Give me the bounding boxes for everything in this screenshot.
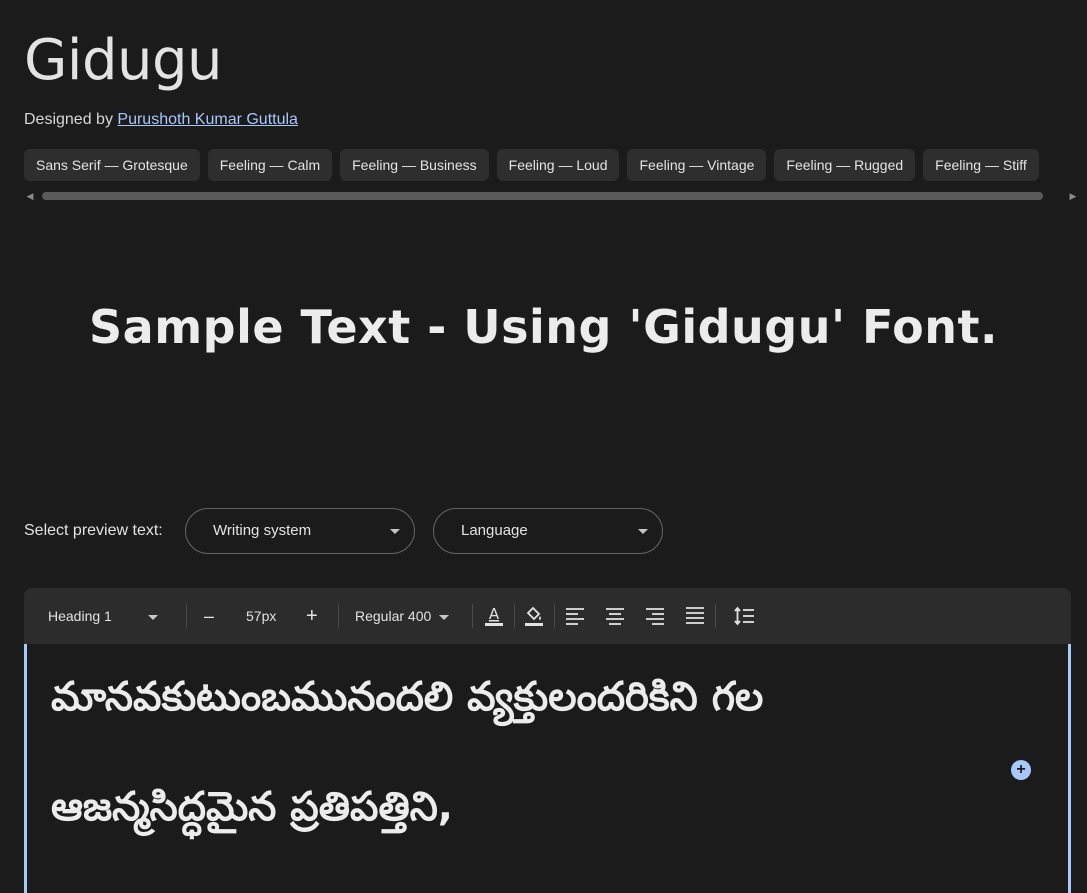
align-justify-icon[interactable] — [685, 606, 705, 626]
tag-chip[interactable]: Sans Serif — Grotesque — [24, 149, 200, 181]
designer-link[interactable]: Purushoth Kumar Guttula — [117, 111, 298, 128]
editor-line: ఆజన్మసిద్ధమైన ప్రతిపత్తిని, — [51, 784, 454, 830]
font-size-value[interactable]: 57px — [246, 588, 276, 644]
editor-toolbar: Heading 1 – 57px + Regular 400 A — [24, 588, 1071, 644]
tag-scrollbar[interactable]: ◀ ▶ — [24, 190, 1077, 202]
align-left-icon[interactable] — [565, 606, 585, 626]
toolbar-divider — [514, 604, 515, 628]
language-select[interactable]: Language — [433, 508, 663, 554]
svg-text:A: A — [489, 605, 500, 623]
toolbar-divider — [186, 604, 187, 628]
chevron-down-icon — [439, 614, 450, 620]
tag-chip[interactable]: Feeling — Business — [340, 149, 489, 181]
writing-system-label: Writing system — [213, 522, 312, 539]
style-select[interactable]: Heading 1 — [48, 588, 158, 644]
decrease-size-button[interactable]: – — [204, 588, 214, 644]
language-label: Language — [461, 522, 528, 539]
scroll-left-icon[interactable]: ◀ — [24, 190, 36, 202]
tag-list-fade — [1037, 149, 1087, 182]
highlight-color-icon[interactable] — [523, 604, 545, 628]
chevron-down-icon — [390, 529, 400, 534]
scroll-right-icon[interactable]: ▶ — [1067, 190, 1079, 202]
writing-system-select[interactable]: Writing system — [185, 508, 415, 554]
preview-label: Select preview text: — [24, 522, 163, 539]
tag-chip[interactable]: Feeling — Rugged — [774, 149, 916, 181]
chevron-down-icon — [638, 529, 648, 534]
line-height-icon[interactable] — [733, 606, 755, 626]
designer-line: Designed by Purushoth Kumar Guttula — [24, 111, 298, 129]
weight-select[interactable]: Regular 400 — [355, 588, 450, 644]
tag-list: Sans Serif — Grotesque Feeling — Calm Feel… — [24, 149, 1087, 182]
sample-text: Sample Text - Using 'Gidugu' Font. — [89, 300, 998, 354]
preview-editor[interactable]: మానవకుటుంబమునందలి వ్యక్తులందరికిని గల ఆజ… — [24, 644, 1071, 893]
toolbar-divider — [715, 604, 716, 628]
style-select-label: Heading 1 — [48, 608, 112, 624]
chevron-down-icon — [147, 614, 158, 620]
editor-text[interactable]: మానవకుటుంబమునందలి వ్యక్తులందరికిని గల ఆజ… — [51, 642, 1011, 862]
weight-select-label: Regular 400 — [355, 608, 432, 624]
add-icon[interactable]: + — [1011, 760, 1031, 780]
scroll-thumb[interactable] — [42, 192, 1043, 200]
tag-chip[interactable]: Feeling — Stiff — [923, 149, 1039, 181]
tag-chip[interactable]: Feeling — Vintage — [627, 149, 767, 181]
tag-chip[interactable]: Feeling — Loud — [496, 149, 620, 181]
editor-line: మానవకుటుంబమునందలి వ్యక్తులందరికిని గల — [51, 674, 764, 720]
increase-size-button[interactable]: + — [306, 588, 318, 644]
toolbar-divider — [472, 604, 473, 628]
align-center-icon[interactable] — [605, 606, 625, 626]
font-title: Gidugu — [24, 28, 223, 93]
designed-by-prefix: Designed by — [24, 111, 113, 128]
toolbar-divider — [338, 604, 339, 628]
align-right-icon[interactable] — [645, 606, 665, 626]
text-color-icon[interactable]: A — [483, 604, 505, 628]
toolbar-divider — [554, 604, 555, 628]
tag-chip[interactable]: Feeling — Calm — [207, 149, 333, 181]
